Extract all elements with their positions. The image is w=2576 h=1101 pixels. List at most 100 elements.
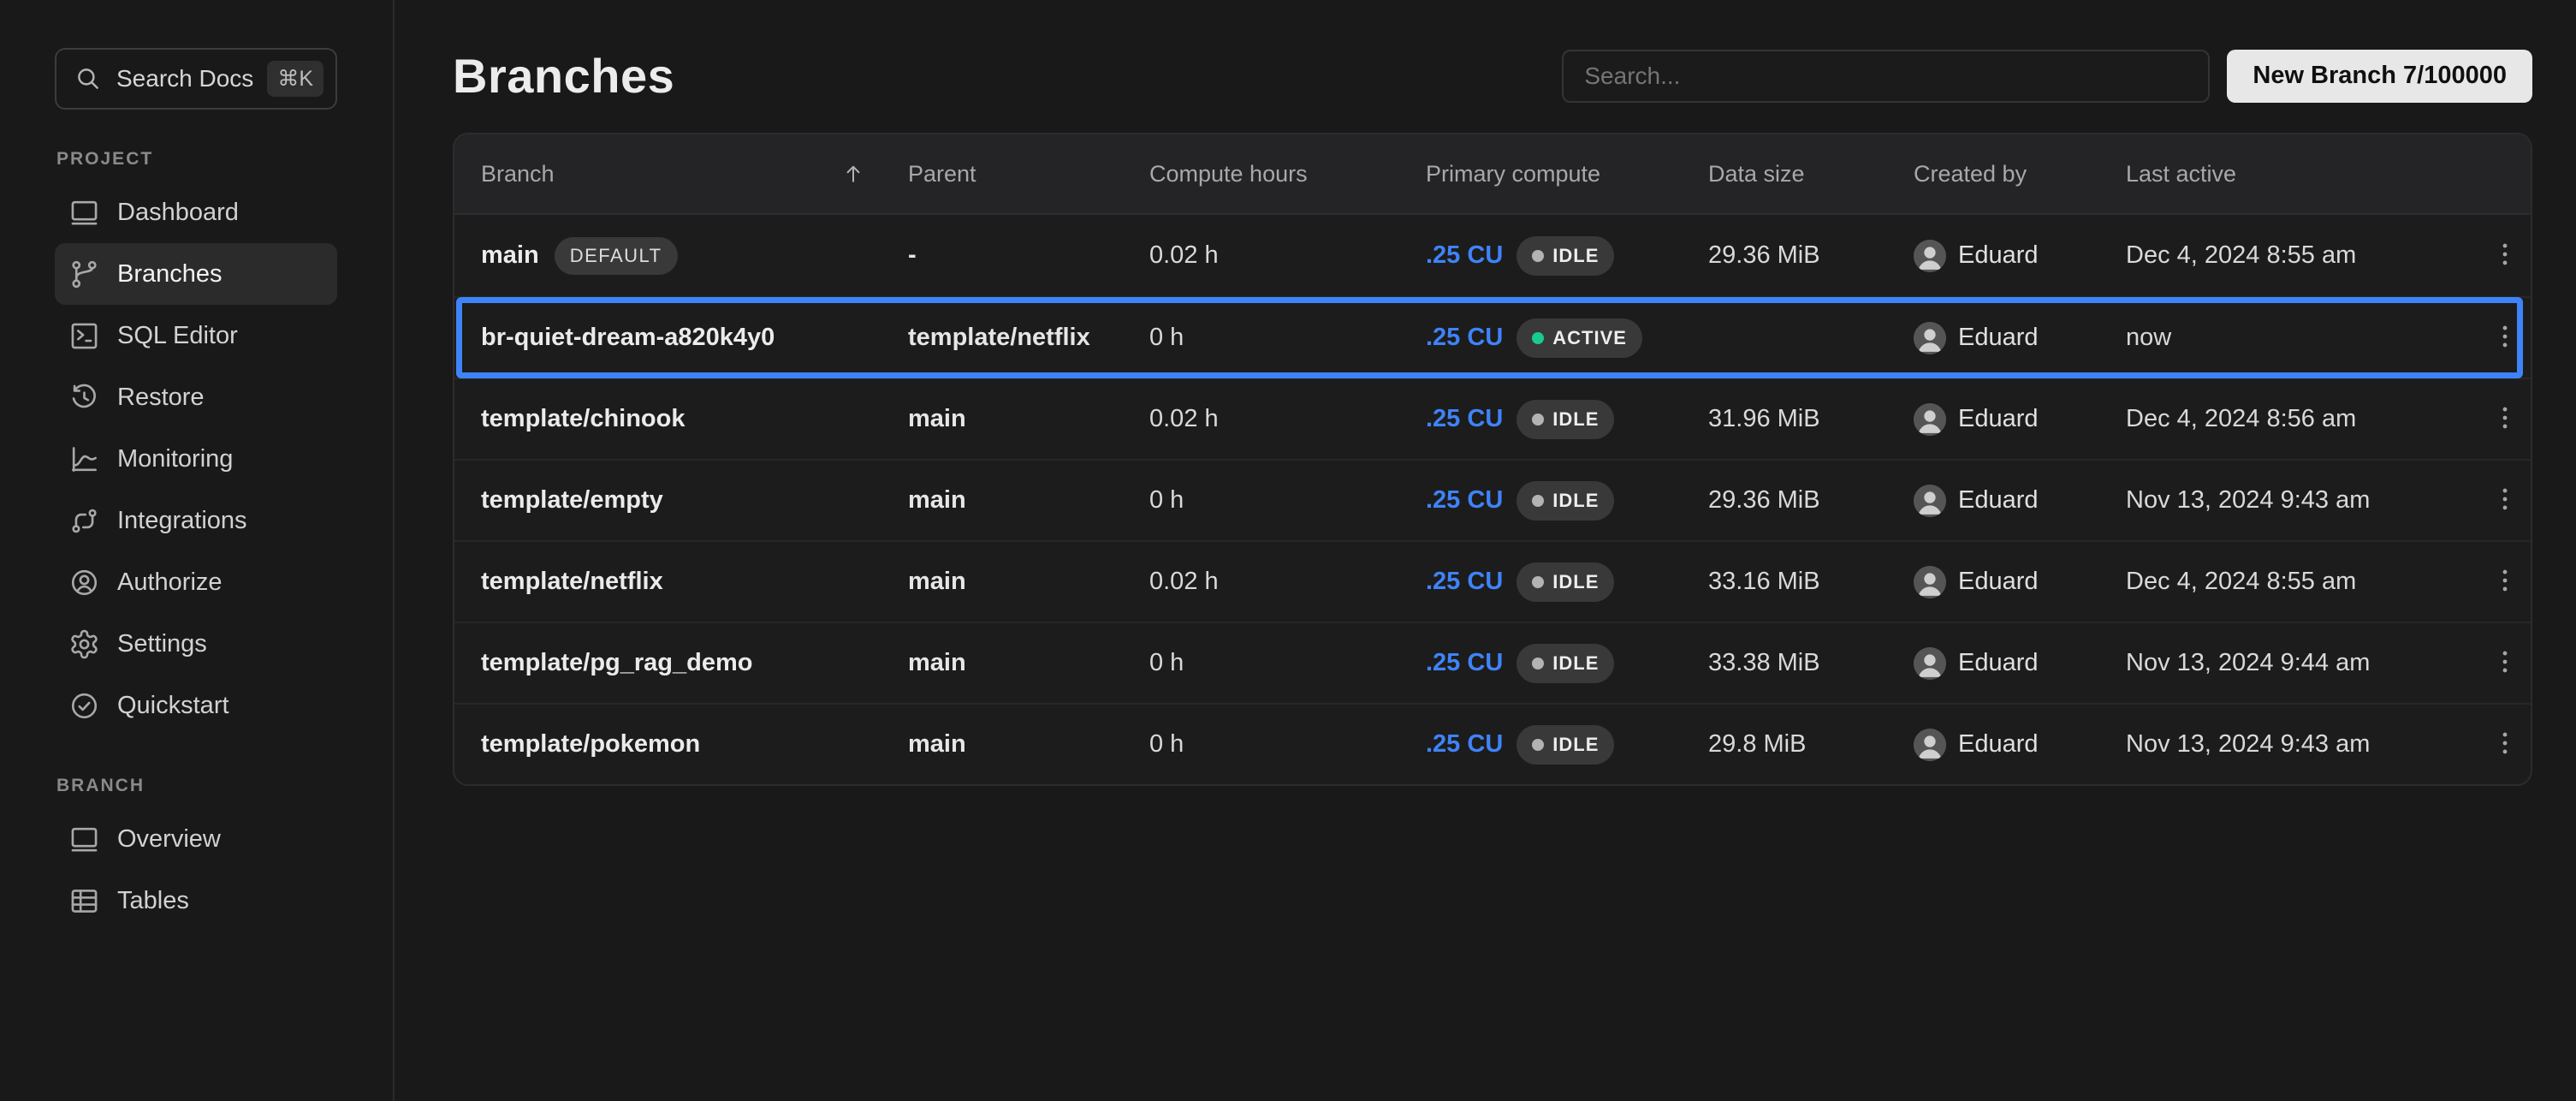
column-header-created-by[interactable]: Created by	[1914, 161, 2126, 187]
branch-name: template/chinook	[481, 405, 686, 433]
table-row[interactable]: main DEFAULT - 0.02 h .25 CU IDLE 29.36 …	[454, 215, 2531, 296]
kebab-icon	[2490, 322, 2520, 354]
sidebar-item-dashboard[interactable]: Dashboard	[55, 182, 337, 243]
compute-size-link[interactable]: .25 CU	[1426, 324, 1503, 352]
sidebar-item-sql-editor[interactable]: SQL Editor	[55, 305, 337, 366]
row-menu-button[interactable]	[2479, 556, 2531, 608]
last-active-cell: Dec 4, 2024 8:55 am	[2126, 568, 2479, 596]
compute-size-link[interactable]: .25 CU	[1426, 486, 1503, 515]
page-header: Branches New Branch 7/100000	[453, 48, 2532, 104]
column-header-compute-hours[interactable]: Compute hours	[1149, 161, 1426, 187]
branch-name: main	[481, 241, 539, 270]
sidebar-item-label: Overview	[117, 825, 221, 854]
kebab-icon	[2490, 729, 2520, 760]
compute-size-link[interactable]: .25 CU	[1426, 241, 1503, 270]
sidebar-item-restore[interactable]: Restore	[55, 366, 337, 428]
branch-name: template/pokemon	[481, 730, 700, 759]
sidebar-item-tables[interactable]: Tables	[55, 870, 337, 931]
sidebar-item-quickstart[interactable]: Quickstart	[55, 675, 337, 736]
branch-name: template/netflix	[481, 568, 663, 596]
avatar	[1914, 322, 1946, 354]
monitoring-icon	[68, 443, 100, 475]
table-body: main DEFAULT - 0.02 h .25 CU IDLE 29.36 …	[454, 215, 2531, 784]
search-icon	[74, 64, 103, 93]
status-badge: IDLE	[1517, 236, 1614, 276]
parent-cell: main	[908, 649, 1149, 677]
parent-cell: main	[908, 730, 1149, 759]
compute-hours-cell: 0 h	[1149, 486, 1426, 515]
table-row[interactable]: template/empty main 0 h .25 CU IDLE 29.3…	[454, 459, 2531, 540]
data-size-cell: 33.16 MiB	[1708, 568, 1914, 596]
settings-icon	[68, 628, 100, 660]
table-row[interactable]: template/pokemon main 0 h .25 CU IDLE 29…	[454, 703, 2531, 784]
table-row[interactable]: template/netflix main 0.02 h .25 CU IDLE…	[454, 540, 2531, 622]
restore-icon	[68, 382, 100, 414]
avatar	[1914, 647, 1946, 680]
table-row[interactable]: template/chinook main 0.02 h .25 CU IDLE…	[454, 378, 2531, 459]
column-header-last-active[interactable]: Last active	[2126, 161, 2479, 187]
nav-section-label-project: PROJECT	[56, 149, 393, 170]
status-badge: IDLE	[1517, 644, 1614, 683]
row-menu-button[interactable]	[2479, 638, 2531, 689]
branch-name: template/empty	[481, 486, 663, 515]
last-active-cell: Dec 4, 2024 8:56 am	[2126, 405, 2479, 433]
column-header-primary-compute[interactable]: Primary compute	[1426, 161, 1708, 187]
data-size-cell: 33.38 MiB	[1708, 649, 1914, 677]
created-by-name: Eduard	[1958, 486, 2039, 515]
branches-table: Branch Parent Compute hours Primary comp…	[453, 133, 2532, 786]
status-dot	[1532, 495, 1544, 507]
avatar	[1914, 403, 1946, 436]
status-dot	[1532, 576, 1544, 588]
sidebar-item-monitoring[interactable]: Monitoring	[55, 428, 337, 490]
row-menu-button[interactable]	[2479, 230, 2531, 282]
sidebar-item-overview[interactable]: Overview	[55, 808, 337, 870]
new-branch-button[interactable]: New Branch 7/100000	[2227, 50, 2532, 103]
status-dot	[1532, 739, 1544, 751]
data-size-cell: 31.96 MiB	[1708, 405, 1914, 433]
sidebar-item-label: Restore	[117, 384, 205, 412]
row-menu-button[interactable]	[2479, 719, 2531, 771]
column-header-data-size[interactable]: Data size	[1708, 161, 1914, 187]
branches-icon	[68, 259, 100, 290]
compute-hours-cell: 0 h	[1149, 730, 1426, 759]
column-header-parent[interactable]: Parent	[908, 161, 1149, 187]
status-badge: ACTIVE	[1517, 318, 1642, 358]
search-docs-button[interactable]: Search Docs ⌘K	[55, 48, 337, 110]
avatar	[1914, 240, 1946, 272]
sidebar: Search Docs ⌘K PROJECT Dashboard Branche…	[0, 0, 395, 1101]
created-by-name: Eduard	[1958, 649, 2039, 677]
sidebar-item-label: Integrations	[117, 507, 247, 535]
sidebar-item-branches[interactable]: Branches	[55, 243, 337, 305]
sidebar-item-label: Settings	[117, 630, 207, 658]
parent-cell: main	[908, 486, 1149, 515]
row-menu-button[interactable]	[2479, 394, 2531, 445]
sidebar-item-authorize[interactable]: Authorize	[55, 551, 337, 613]
column-header-branch[interactable]: Branch	[454, 161, 908, 187]
tables-icon	[68, 885, 100, 917]
search-input[interactable]	[1562, 50, 2210, 103]
table-row[interactable]: br-quiet-dream-a820k4y0 template/netflix…	[454, 296, 2531, 378]
search-docs-label: Search Docs	[116, 65, 253, 92]
app-root: Search Docs ⌘K PROJECT Dashboard Branche…	[0, 0, 2576, 1101]
sidebar-item-integrations[interactable]: Integrations	[55, 490, 337, 551]
status-dot	[1532, 250, 1544, 262]
row-menu-button[interactable]	[2479, 312, 2531, 364]
page-title: Branches	[453, 48, 674, 104]
table-header-row: Branch Parent Compute hours Primary comp…	[454, 134, 2531, 215]
compute-size-link[interactable]: .25 CU	[1426, 730, 1503, 759]
sidebar-item-label: Quickstart	[117, 692, 229, 720]
kebab-icon	[2490, 647, 2520, 679]
compute-size-link[interactable]: .25 CU	[1426, 405, 1503, 433]
table-row[interactable]: template/pg_rag_demo main 0 h .25 CU IDL…	[454, 622, 2531, 703]
branch-name: br-quiet-dream-a820k4y0	[481, 324, 775, 352]
data-size-cell: 29.8 MiB	[1708, 730, 1914, 759]
row-menu-button[interactable]	[2479, 475, 2531, 527]
sidebar-item-settings[interactable]: Settings	[55, 613, 337, 675]
compute-hours-cell: 0.02 h	[1149, 241, 1426, 270]
quickstart-icon	[68, 690, 100, 722]
avatar	[1914, 485, 1946, 517]
compute-size-link[interactable]: .25 CU	[1426, 568, 1503, 596]
avatar	[1914, 566, 1946, 598]
last-active-cell: Nov 13, 2024 9:43 am	[2126, 730, 2479, 759]
compute-size-link[interactable]: .25 CU	[1426, 649, 1503, 677]
